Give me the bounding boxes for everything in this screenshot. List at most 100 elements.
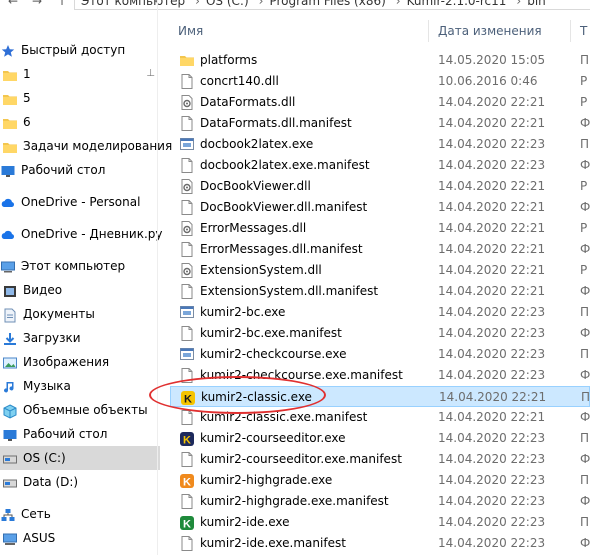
column-divider[interactable] xyxy=(428,20,429,42)
file-row[interactable]: DocBookViewer.dll 14.04.2020 22:21 Р xyxy=(170,176,590,197)
nav-item-label: Рабочий стол xyxy=(23,427,108,441)
file-date: 14.04.2020 22:21 xyxy=(438,263,546,277)
file-row[interactable]: kumir2-bc.exe.manifest 14.04.2020 22:23 Ф xyxy=(170,323,590,344)
nav-item[interactable]: Музыка xyxy=(0,374,160,398)
nav-item-label: 1 xyxy=(23,67,31,81)
nav-item[interactable]: Сеть xyxy=(0,502,158,526)
file-row[interactable]: kumir2-bc.exe 14.04.2020 22:23 П xyxy=(170,302,590,323)
file-name: DocBookViewer.dll.manifest xyxy=(200,200,368,214)
file-row[interactable]: DataFormats.dll 14.04.2020 22:21 Р xyxy=(170,92,590,113)
nav-item[interactable]: 1 ⊥ xyxy=(0,62,160,86)
file-row[interactable]: DataFormats.dll.manifest 14.04.2020 22:21… xyxy=(170,113,590,134)
nav-item[interactable]: Этот компьютер xyxy=(0,254,158,278)
nav-item[interactable]: Задачи моделирования xyxy=(0,134,172,158)
nav-item[interactable]: 5 xyxy=(0,86,160,110)
nav-item[interactable]: ASUS xyxy=(0,526,160,550)
nav-item-label: 6 xyxy=(23,115,31,129)
file-name: kumir2-ide.exe.manifest xyxy=(200,536,346,550)
nav-item[interactable]: Изображения xyxy=(0,350,160,374)
breadcrumb-item[interactable]: Этот компьютер xyxy=(81,0,185,8)
nav-item[interactable]: 6 xyxy=(0,110,160,134)
address-bar[interactable]: Этот компьютер › OS (C:) › Program Files (x8… xyxy=(74,0,590,10)
nav-item[interactable]: Быстрый доступ xyxy=(0,38,158,62)
file-row[interactable]: docbook2latex.exe 14.04.2020 22:23 П xyxy=(170,134,590,155)
file-type: П xyxy=(580,431,590,445)
file-row[interactable]: ExtensionSystem.dll.manifest 14.04.2020 2… xyxy=(170,281,590,302)
file-icon xyxy=(180,284,194,299)
nav-item-label: Изображения xyxy=(23,355,110,369)
folder-icon xyxy=(3,68,17,81)
file-row[interactable]: ErrorMessages.dll 14.04.2020 22:21 Р xyxy=(170,218,590,239)
pane-splitter[interactable] xyxy=(157,0,158,555)
file-row[interactable]: DocBookViewer.dll.manifest 14.04.2020 22:… xyxy=(170,197,590,218)
nav-item-label: Видео xyxy=(23,283,63,297)
breadcrumb-item[interactable]: bin xyxy=(527,0,546,8)
column-date-header[interactable]: Дата изменения xyxy=(438,24,542,38)
nav-item-label: ASUS xyxy=(23,531,56,545)
file-row[interactable]: docbook2latex.exe.manifest 14.04.2020 22:… xyxy=(170,155,590,176)
forward-arrow-icon[interactable]: → xyxy=(32,0,42,8)
file-row[interactable]: kumir2-ide.exe.manifest 14.04.2020 22:23 Ф xyxy=(170,533,590,554)
file-type: П xyxy=(581,390,590,404)
nav-item[interactable]: Документы xyxy=(0,302,160,326)
file-row[interactable]: ExtensionSystem.dll 14.04.2020 22:21 Р xyxy=(170,260,590,281)
column-type-header[interactable]: Т xyxy=(580,24,587,38)
svg-text:K: K xyxy=(183,477,191,489)
column-name-header[interactable]: Имя xyxy=(178,24,203,38)
nav-item[interactable]: OS (C:) xyxy=(0,446,160,470)
nav-item-label: OneDrive - Дневник.ру xyxy=(21,227,163,241)
breadcrumb-separator-icon[interactable]: › xyxy=(195,0,200,8)
file-name: kumir2-bc.exe xyxy=(200,305,286,319)
nav-item[interactable]: Рабочий стол xyxy=(0,422,160,446)
nav-item[interactable]: Объемные объекты xyxy=(0,398,160,422)
nav-item[interactable]: OneDrive - Personal xyxy=(0,190,158,214)
file-type: Ф xyxy=(580,158,590,172)
nav-item[interactable]: Загрузки xyxy=(0,326,160,350)
file-name: kumir2-ide.exe xyxy=(200,515,290,529)
back-arrow-icon[interactable]: ← xyxy=(8,0,18,8)
nav-item[interactable]: Видео xyxy=(0,278,160,302)
file-icon xyxy=(180,158,194,173)
breadcrumb-separator-icon[interactable]: › xyxy=(396,0,401,8)
nav-item-label: Сеть xyxy=(21,507,51,521)
file-row[interactable]: concrt140.dll 10.06.2016 0:46 Р xyxy=(170,71,590,92)
file-type: Ф xyxy=(580,410,590,424)
file-type: Ф xyxy=(580,536,590,550)
file-date: 14.04.2020 22:23 xyxy=(438,473,546,487)
file-row[interactable]: Kkumir2-ide.exe 14.04.2020 22:23 П xyxy=(170,512,590,533)
music-icon xyxy=(3,380,17,393)
cloud-icon xyxy=(1,196,15,208)
breadcrumb-item[interactable]: Program Files (x86) xyxy=(269,0,385,8)
file-row[interactable]: Kkumir2-highgrade.exe 14.04.2020 22:23 П xyxy=(170,470,590,491)
file-date: 14.04.2020 22:23 xyxy=(438,452,546,466)
file-row[interactable]: ErrorMessages.dll.manifest 14.04.2020 22:… xyxy=(170,239,590,260)
file-type: Ф xyxy=(580,326,590,340)
nav-item-label: Документы xyxy=(23,307,95,321)
file-row[interactable]: kumir2-courseeditor.exe.manifest 14.04.20… xyxy=(170,449,590,470)
file-row[interactable]: Kkumir2-courseeditor.exe 14.04.2020 22:23… xyxy=(170,428,590,449)
file-date: 10.06.2016 0:46 xyxy=(438,74,538,88)
file-row[interactable]: platforms 14.05.2020 15:05 П xyxy=(170,50,590,71)
up-arrow-icon[interactable]: ↑ xyxy=(57,0,67,8)
breadcrumb-item[interactable]: OS (C:) xyxy=(206,0,249,8)
file-row[interactable]: kumir2-highgrade.exe.manifest 14.04.2020 … xyxy=(170,491,590,512)
column-divider[interactable] xyxy=(570,20,571,42)
folder-icon xyxy=(3,140,17,153)
file-type: Ф xyxy=(580,368,590,382)
breadcrumb-separator-icon[interactable]: › xyxy=(259,0,264,8)
file-icon xyxy=(180,74,194,89)
file-date: 14.04.2020 22:23 xyxy=(438,494,546,508)
file-type: Ф xyxy=(580,116,590,130)
breadcrumb-item[interactable]: Kumir-2.1.0-rc11 xyxy=(407,0,507,8)
file-type: Ф xyxy=(580,242,590,256)
nav-item[interactable]: Рабочий стол xyxy=(0,158,158,182)
nav-item[interactable]: OneDrive - Дневник.ру xyxy=(0,222,163,246)
folder-icon xyxy=(180,53,194,68)
cloud-icon xyxy=(1,228,15,240)
file-row[interactable]: kumir2-checkcourse.exe 14.04.2020 22:23 П xyxy=(170,344,590,365)
file-date: 14.04.2020 22:21 xyxy=(438,95,546,109)
nav-item[interactable]: Data (D:) xyxy=(0,470,160,494)
file-name: DataFormats.dll xyxy=(200,95,296,109)
breadcrumb-separator-icon[interactable]: › xyxy=(516,0,521,8)
file-date: 14.04.2020 22:21 xyxy=(439,390,547,404)
